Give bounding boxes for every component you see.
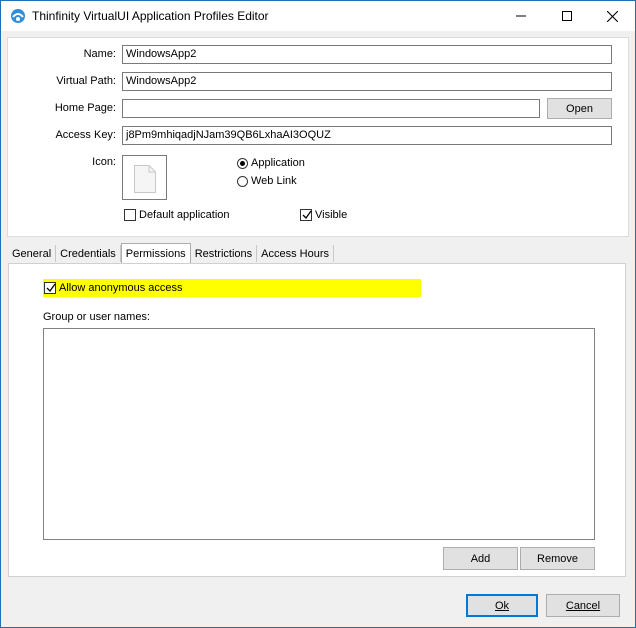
- ok-button[interactable]: Ok: [466, 594, 538, 617]
- close-icon: [606, 10, 618, 22]
- window-title: Thinfinity VirtualUI Application Profile…: [32, 9, 269, 23]
- radio-application[interactable]: Application: [237, 157, 305, 169]
- visible-checkbox[interactable]: Visible: [300, 209, 347, 221]
- visible-label: Visible: [315, 209, 348, 221]
- open-button[interactable]: Open: [547, 98, 612, 119]
- close-button[interactable]: [589, 1, 635, 31]
- radio-web-link-indicator: [237, 175, 248, 187]
- virtual-path-label: Virtual Path:: [56, 75, 116, 87]
- profiles-editor-window: Thinfinity VirtualUI Application Profile…: [0, 0, 636, 628]
- access-key-label: Access Key:: [55, 129, 116, 141]
- radio-application-label: Application: [251, 157, 305, 169]
- add-button[interactable]: Add: [443, 547, 518, 570]
- home-page-field[interactable]: [122, 99, 540, 118]
- radio-application-indicator: [237, 157, 248, 169]
- tab-permissions[interactable]: Permissions: [120, 243, 191, 263]
- maximize-button[interactable]: [544, 1, 590, 31]
- group-user-list[interactable]: [43, 328, 595, 540]
- radio-web-link-label: Web Link: [251, 175, 297, 187]
- name-field[interactable]: WindowsApp2: [122, 45, 612, 64]
- tab-restrictions[interactable]: Restrictions: [191, 245, 258, 262]
- default-application-label: Default application: [139, 209, 230, 221]
- tab-access-hours[interactable]: Access Hours: [257, 245, 335, 262]
- group-user-names-label: Group or user names:: [43, 311, 150, 323]
- tab-strip: General Credentials Permissions Restrict…: [8, 243, 335, 263]
- allow-anonymous-box: [44, 282, 56, 294]
- name-label: Name:: [83, 48, 116, 60]
- icon-preview[interactable]: [122, 155, 167, 200]
- tab-credentials[interactable]: Credentials: [56, 245, 121, 262]
- default-application-checkbox[interactable]: Default application: [124, 209, 230, 221]
- allow-anonymous-checkbox[interactable]: Allow anonymous access: [44, 282, 183, 294]
- profile-details-panel: Name: WindowsApp2 Virtual Path: WindowsA…: [7, 37, 629, 237]
- thinfinity-app-icon: [10, 8, 26, 24]
- remove-button[interactable]: Remove: [520, 547, 595, 570]
- document-icon: [134, 165, 156, 196]
- tab-general[interactable]: General: [8, 245, 57, 262]
- home-page-label: Home Page:: [54, 102, 116, 114]
- maximize-icon: [562, 11, 572, 21]
- virtual-path-field[interactable]: WindowsApp2: [122, 72, 612, 91]
- minimize-icon: [516, 11, 526, 21]
- icon-label: Icon:: [92, 156, 116, 168]
- access-key-field[interactable]: j8Pm9mhiqadjNJam39QB6LxhaAI3OQUZ: [122, 126, 612, 145]
- dialog-footer: Ok Cancel: [1, 583, 635, 627]
- cancel-button[interactable]: Cancel: [546, 594, 620, 617]
- minimize-button[interactable]: [498, 1, 544, 31]
- permissions-panel: Allow anonymous access Group or user nam…: [8, 263, 626, 577]
- allow-anonymous-label: Allow anonymous access: [59, 282, 183, 294]
- visible-box: [300, 209, 312, 221]
- radio-web-link[interactable]: Web Link: [237, 175, 297, 187]
- default-application-box: [124, 209, 136, 221]
- cancel-button-label: Cancel: [565, 599, 601, 612]
- ok-button-label: Ok: [494, 599, 510, 612]
- title-bar: Thinfinity VirtualUI Application Profile…: [1, 1, 635, 31]
